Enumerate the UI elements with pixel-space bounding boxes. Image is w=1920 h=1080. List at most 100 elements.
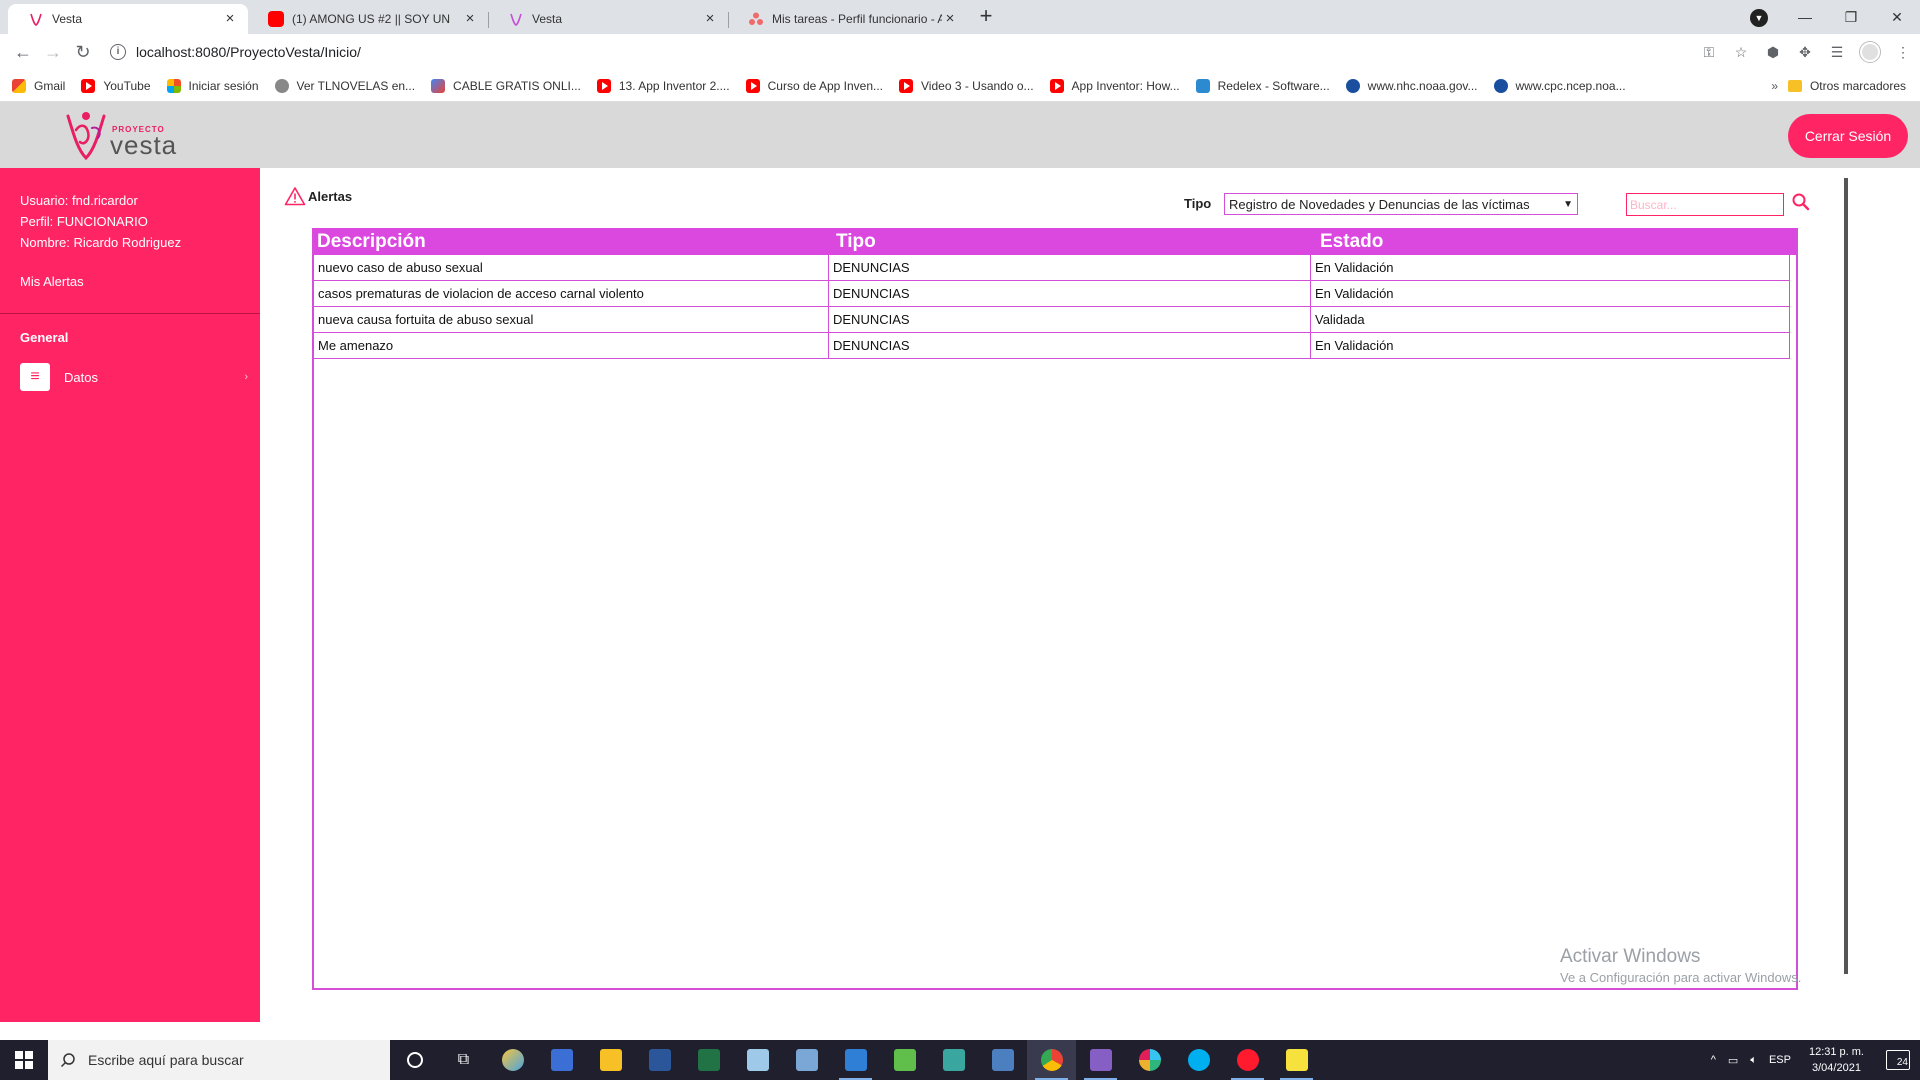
excel-icon: [697, 1049, 720, 1071]
taskbar-app-calculator[interactable]: [782, 1040, 831, 1080]
address-bar[interactable]: i localhost:8080/ProyectoVesta/Inicio/: [110, 38, 1540, 66]
other-bookmarks-label: Otros marcadores: [1809, 79, 1906, 93]
tab-vesta-active[interactable]: Vesta ×: [8, 4, 248, 34]
search-icon[interactable]: [1790, 191, 1812, 213]
language-indicator[interactable]: ESP: [1769, 1054, 1791, 1066]
taskbar-app-word[interactable]: [635, 1040, 684, 1080]
notification-center-icon[interactable]: 24: [1886, 1050, 1910, 1070]
youtube-icon: [268, 11, 284, 27]
logout-button[interactable]: Cerrar Sesión: [1788, 114, 1908, 158]
tab-asana[interactable]: Mis tareas - Perfil funcionario - A ×: [728, 4, 968, 34]
volume-icon[interactable]: 🔈︎: [1750, 1054, 1757, 1067]
taskbar-app-paint[interactable]: [488, 1040, 537, 1080]
user-profile: Perfil: FUNCIONARIO: [20, 214, 148, 229]
calculator-icon: [795, 1049, 818, 1071]
clock[interactable]: 12:31 p. m. 3/04/2021: [1809, 1044, 1864, 1076]
bookmark-curso-app-inventor[interactable]: Curso de App Inven...: [745, 78, 883, 93]
other-bookmarks-folder[interactable]: Otros marcadores: [1787, 70, 1906, 102]
taskbar-app-virtualbox[interactable]: [831, 1040, 880, 1080]
close-icon[interactable]: ×: [702, 11, 718, 27]
media-control-icon[interactable]: ▼: [1750, 9, 1768, 27]
type-filter-select[interactable]: Registro de Novedades y Denuncias de las…: [1224, 193, 1578, 215]
bookmark-redelex[interactable]: Redelex - Software...: [1195, 78, 1330, 93]
bookmark-video-3[interactable]: Video 3 - Usando o...: [899, 78, 1034, 93]
taskbar-app-chart[interactable]: [880, 1040, 929, 1080]
cell-tipo: DENUNCIAS: [828, 333, 1310, 358]
bookmark-cpc-noaa[interactable]: www.cpc.ncep.noa...: [1493, 78, 1626, 93]
close-icon[interactable]: ×: [942, 11, 958, 27]
chevron-up-icon[interactable]: ^: [1711, 1054, 1716, 1066]
visual-studio-icon: [1089, 1049, 1112, 1071]
taskbar-app-sticky-notes[interactable]: [1272, 1040, 1321, 1080]
bookmark-cable-gratis[interactable]: CABLE GRATIS ONLI...: [431, 78, 581, 93]
taskbar-app-network-tools[interactable]: [929, 1040, 978, 1080]
taskbar-app-opera[interactable]: [1223, 1040, 1272, 1080]
vesta-heart-icon: [66, 112, 106, 161]
start-button[interactable]: [0, 1040, 48, 1080]
browser-toolbar: ← → ↻ i localhost:8080/ProyectoVesta/Ini…: [0, 34, 1920, 70]
tab-title: Vesta: [532, 12, 563, 26]
site-info-icon[interactable]: i: [110, 44, 126, 60]
column-header-descripcion[interactable]: Descripción: [314, 228, 828, 255]
close-icon[interactable]: ×: [462, 11, 478, 27]
cortana-button[interactable]: [390, 1040, 439, 1080]
bookmark-gmail[interactable]: Gmail: [12, 78, 65, 93]
table-row[interactable]: casos prematuras de violacion de acceso …: [314, 281, 1790, 307]
taskbar-app-chrome[interactable]: [1027, 1040, 1076, 1080]
watermark-title: Activar Windows: [1560, 946, 1701, 967]
bookmark-app-inventor-13[interactable]: 13. App Inventor 2....: [596, 78, 730, 93]
cell-descripcion: nuevo caso de abuso sexual: [318, 260, 483, 275]
back-arrow-icon[interactable]: ←: [8, 37, 38, 67]
forward-arrow-icon[interactable]: →: [38, 37, 68, 67]
tab-vesta[interactable]: Vesta ×: [488, 4, 728, 34]
puzzle-icon[interactable]: ✥: [1796, 43, 1814, 61]
vesta-icon: [510, 13, 522, 26]
asana-icon: [749, 12, 763, 25]
column-header-estado[interactable]: Estado: [1310, 228, 1796, 255]
taskbar-app-explorer[interactable]: [586, 1040, 635, 1080]
taskbar-app-mysql[interactable]: [978, 1040, 1027, 1080]
reload-icon[interactable]: ↻: [68, 37, 98, 67]
sidebar-item-datos[interactable]: ≡ Datos ›: [20, 362, 248, 392]
taskbar-app-visual-studio[interactable]: [1076, 1040, 1125, 1080]
vesta-icon: [30, 13, 42, 26]
star-icon[interactable]: ☆: [1732, 43, 1750, 61]
table-row[interactable]: nuevo caso de abuso sexual DENUNCIAS En …: [314, 255, 1790, 281]
taskbar-app-excel[interactable]: [684, 1040, 733, 1080]
bookmark-nhc-noaa[interactable]: www.nhc.noaa.gov...: [1345, 78, 1478, 93]
taskbar-app-notes[interactable]: [733, 1040, 782, 1080]
network-status-icon[interactable]: ▭: [1728, 1054, 1738, 1067]
task-view-button[interactable]: ⧉: [439, 1040, 488, 1080]
restore-icon[interactable]: ❐: [1828, 0, 1874, 34]
extension-cube-icon[interactable]: ⬢: [1764, 43, 1782, 61]
search-input[interactable]: [1626, 193, 1784, 216]
tab-youtube[interactable]: (1) AMONG US #2 || SOY UN ×: [248, 4, 488, 34]
table-row[interactable]: Me amenazo DENUNCIAS En Validación: [314, 333, 1790, 359]
taskbar-app-skype[interactable]: [1174, 1040, 1223, 1080]
bookmark-app-inventor-how[interactable]: App Inventor: How...: [1049, 78, 1180, 93]
taskbar-search-box[interactable]: Escribe aquí para buscar: [48, 1040, 390, 1080]
reading-list-icon[interactable]: ☰: [1828, 43, 1846, 61]
key-icon[interactable]: ⚿: [1700, 43, 1718, 61]
bookmark-iniciar-sesion[interactable]: Iniciar sesión: [166, 78, 259, 93]
profile-avatar[interactable]: [1860, 42, 1880, 62]
minimize-icon[interactable]: —: [1782, 0, 1828, 34]
window-close-icon[interactable]: ✕: [1874, 0, 1920, 34]
bookmark-youtube[interactable]: YouTube: [81, 78, 151, 93]
bookmark-tlnovelas[interactable]: Ver TLNOVELAS en...: [274, 78, 416, 93]
taskbar-search-placeholder: Escribe aquí para buscar: [88, 1052, 244, 1068]
user-info: Usuario: fnd.ricardor Perfil: FUNCIONARI…: [20, 190, 181, 253]
taskbar-app-slack[interactable]: [1125, 1040, 1174, 1080]
taskbar-app-network[interactable]: [537, 1040, 586, 1080]
redelex-icon: [1195, 78, 1210, 93]
kebab-menu-icon[interactable]: ⋮: [1894, 43, 1912, 61]
new-tab-button[interactable]: +: [972, 5, 1000, 29]
table-row[interactable]: nueva causa fortuita de abuso sexual DEN…: [314, 307, 1790, 333]
column-header-tipo[interactable]: Tipo: [828, 228, 1310, 255]
bookmark-label: Ver TLNOVELAS en...: [296, 78, 416, 93]
cortana-circle-icon: [406, 1052, 423, 1068]
close-icon[interactable]: ×: [222, 11, 238, 27]
bookmarks-overflow-button[interactable]: »: [1771, 79, 1778, 93]
scrollbar[interactable]: [1844, 178, 1848, 974]
sidebar-item-mis-alertas[interactable]: Mis Alertas: [20, 274, 84, 289]
